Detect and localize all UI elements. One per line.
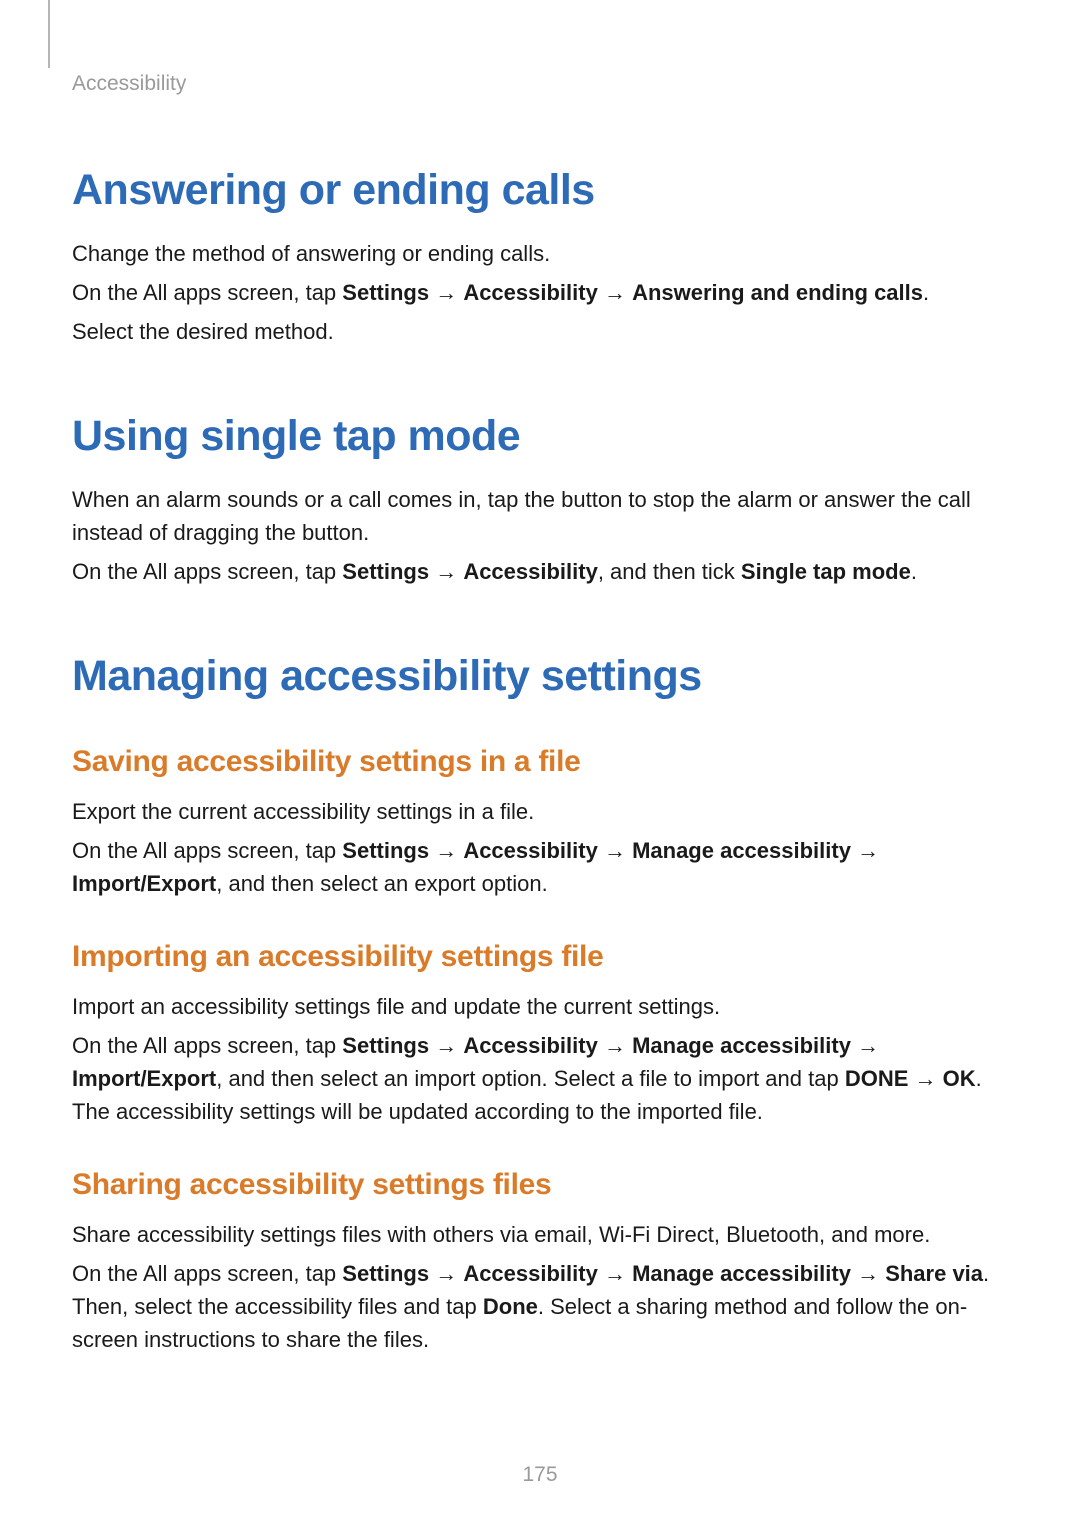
arrow-icon: →: [851, 1033, 879, 1058]
arrow-icon: →: [429, 1033, 463, 1058]
body-text: When an alarm sounds or a call comes in,…: [72, 483, 1008, 549]
heading-answering-calls: Answering or ending calls: [72, 166, 1008, 215]
text-fragment: , and then select an export option.: [216, 871, 547, 896]
subheading-saving: Saving accessibility settings in a file: [72, 745, 1008, 779]
bold-label: Manage accessibility: [632, 838, 851, 863]
text-fragment: On the All apps screen, tap: [72, 559, 342, 584]
section-single-tap: Using single tap mode When an alarm soun…: [72, 412, 1008, 588]
subsection-sharing: Sharing accessibility settings files Sha…: [72, 1168, 1008, 1356]
body-text: Import an accessibility settings file an…: [72, 990, 1008, 1023]
bold-label: Share via: [885, 1261, 983, 1286]
breadcrumb: Accessibility: [72, 40, 1008, 106]
arrow-icon: →: [598, 1261, 632, 1286]
arrow-icon: →: [429, 838, 463, 863]
text-fragment: On the All apps screen, tap: [72, 1261, 342, 1286]
arrow-icon: →: [429, 559, 463, 584]
text-fragment: On the All apps screen, tap: [72, 838, 342, 863]
subsection-importing: Importing an accessibility settings file…: [72, 940, 1008, 1128]
subsection-saving: Saving accessibility settings in a file …: [72, 745, 1008, 900]
section-answering-calls: Answering or ending calls Change the met…: [72, 166, 1008, 348]
bold-label: Accessibility: [463, 1033, 598, 1058]
body-text: Share accessibility settings files with …: [72, 1218, 1008, 1251]
bold-label: Accessibility: [463, 838, 598, 863]
body-text: On the All apps screen, tap Settings → A…: [72, 276, 1008, 309]
content: Answering or ending calls Change the met…: [72, 106, 1008, 1356]
body-text: On the All apps screen, tap Settings → A…: [72, 555, 1008, 588]
bold-label: Accessibility: [463, 1261, 598, 1286]
bold-label: Settings: [342, 1033, 429, 1058]
arrow-icon: →: [908, 1066, 942, 1091]
text-fragment: , and then tick: [598, 559, 741, 584]
bold-label: Accessibility: [463, 280, 598, 305]
body-text: Export the current accessibility setting…: [72, 795, 1008, 828]
arrow-icon: →: [429, 1261, 463, 1286]
bold-label: Settings: [342, 838, 429, 863]
text-fragment: On the All apps screen, tap: [72, 280, 342, 305]
subheading-importing: Importing an accessibility settings file: [72, 940, 1008, 974]
bold-label: Accessibility: [463, 559, 598, 584]
arrow-icon: →: [429, 280, 463, 305]
text-fragment: .: [923, 280, 929, 305]
bold-label: Settings: [342, 559, 429, 584]
arrow-icon: →: [598, 838, 632, 863]
bold-label: Import/Export: [72, 1066, 216, 1091]
bold-label: OK: [943, 1066, 976, 1091]
text-fragment: .: [911, 559, 917, 584]
bold-label: Manage accessibility: [632, 1261, 851, 1286]
text-fragment: , and then select an import option. Sele…: [216, 1066, 845, 1091]
body-text: Change the method of answering or ending…: [72, 237, 1008, 270]
bold-label: DONE: [845, 1066, 909, 1091]
body-text: Select the desired method.: [72, 315, 1008, 348]
bold-label: Settings: [342, 1261, 429, 1286]
arrow-icon: →: [851, 838, 879, 863]
page-container: Accessibility Answering or ending calls …: [0, 0, 1080, 1356]
heading-managing: Managing accessibility settings: [72, 652, 1008, 701]
bold-label: Done: [483, 1294, 538, 1319]
body-text: On the All apps screen, tap Settings → A…: [72, 1029, 1008, 1128]
bold-label: Import/Export: [72, 871, 216, 896]
bold-label: Settings: [342, 280, 429, 305]
section-managing: Managing accessibility settings Saving a…: [72, 652, 1008, 1356]
body-text: On the All apps screen, tap Settings → A…: [72, 834, 1008, 900]
bold-label: Single tap mode: [741, 559, 911, 584]
subheading-sharing: Sharing accessibility settings files: [72, 1168, 1008, 1202]
arrow-icon: →: [598, 280, 632, 305]
arrow-icon: →: [598, 1033, 632, 1058]
header-accent-line: [48, 0, 50, 68]
bold-label: Answering and ending calls: [632, 280, 923, 305]
page-number: 175: [0, 1463, 1080, 1487]
heading-single-tap: Using single tap mode: [72, 412, 1008, 461]
text-fragment: On the All apps screen, tap: [72, 1033, 342, 1058]
bold-label: Manage accessibility: [632, 1033, 851, 1058]
body-text: On the All apps screen, tap Settings → A…: [72, 1257, 1008, 1356]
arrow-icon: →: [851, 1261, 885, 1286]
